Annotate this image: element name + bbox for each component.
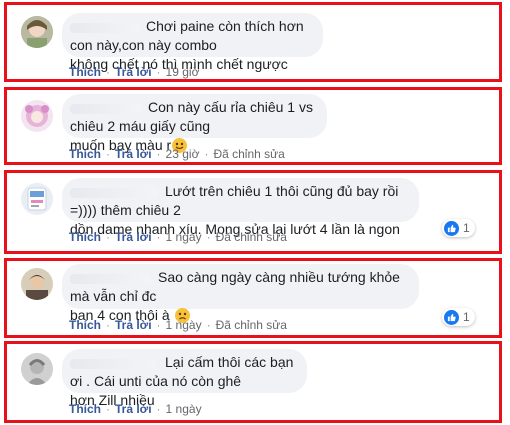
timestamp[interactable]: 1 ngày	[166, 402, 202, 416]
comment-bubble: Chơi paine còn thích hơn con này,con này…	[62, 13, 323, 72]
comment-actions: Thích · Trả lời · 23 giờ · Đã chỉnh sửa	[69, 147, 285, 161]
like-link[interactable]: Thích	[69, 402, 101, 416]
reply-link[interactable]: Trả lời	[115, 147, 152, 161]
like-link[interactable]: Thích	[69, 230, 101, 244]
comment-bubble: Con này cấu rỉa chiêu 1 vs chiêu 2 máu g…	[62, 94, 327, 153]
timestamp[interactable]: 19 giờ	[166, 65, 200, 79]
comment-bubble: Lại cấm thôi các bạn ơi . Cái unti của n…	[62, 349, 307, 408]
comment-actions: Thích · Trả lời · 19 giờ	[69, 65, 200, 79]
avatar[interactable]	[21, 100, 53, 132]
comment-text: Sao càng ngày càng nhiều tướng khỏe mà v…	[70, 269, 400, 323]
avatar[interactable]	[21, 183, 53, 215]
edited-label[interactable]: Đã chỉnh sửa	[216, 230, 287, 244]
comment-card: Con này cấu rỉa chiêu 1 vs chiêu 2 máu g…	[4, 87, 502, 165]
timestamp[interactable]: 23 giờ	[166, 147, 200, 161]
avatar[interactable]	[21, 268, 53, 300]
comment-actions: Thích · Trả lời · 1 ngày · Đã chỉnh sửa	[69, 318, 287, 332]
reply-link[interactable]: Trả lời	[115, 318, 152, 332]
timestamp[interactable]: 1 ngày	[166, 318, 202, 332]
edited-label[interactable]: Đã chỉnh sửa	[213, 147, 284, 161]
edited-label[interactable]: Đã chỉnh sửa	[216, 318, 287, 332]
comment-actions: Thích · Trả lời · 1 ngày	[69, 402, 202, 416]
like-link[interactable]: Thích	[69, 147, 101, 161]
like-icon	[444, 309, 459, 325]
comment-card: Lại cấm thôi các bạn ơi . Cái unti của n…	[4, 341, 502, 423]
like-icon	[444, 220, 459, 236]
reaction-count[interactable]: 1	[442, 219, 475, 237]
comment-bubble: Lướt trên chiêu 1 thôi cũng đủ bay rồi =…	[62, 178, 419, 237]
like-link[interactable]: Thích	[69, 65, 101, 79]
reply-link[interactable]: Trả lời	[115, 230, 152, 244]
like-link[interactable]: Thích	[69, 318, 101, 332]
timestamp[interactable]: 1 ngày	[166, 230, 202, 244]
comment-card: Lướt trên chiêu 1 thôi cũng đủ bay rồi =…	[4, 170, 502, 254]
comment-bubble: Sao càng ngày càng nhiều tướng khỏe mà v…	[62, 264, 419, 323]
comment-card: Chơi paine còn thích hơn con này,con này…	[4, 2, 502, 82]
avatar[interactable]	[21, 16, 53, 48]
comment-actions: Thích · Trả lời · 1 ngày · Đã chỉnh sửa	[69, 230, 287, 244]
reaction-count[interactable]: 1	[442, 308, 475, 326]
reply-link[interactable]: Trả lời	[115, 402, 152, 416]
reply-link[interactable]: Trả lời	[115, 65, 152, 79]
comment-card: Sao càng ngày càng nhiều tướng khỏe mà v…	[4, 258, 502, 338]
avatar[interactable]	[21, 353, 53, 385]
